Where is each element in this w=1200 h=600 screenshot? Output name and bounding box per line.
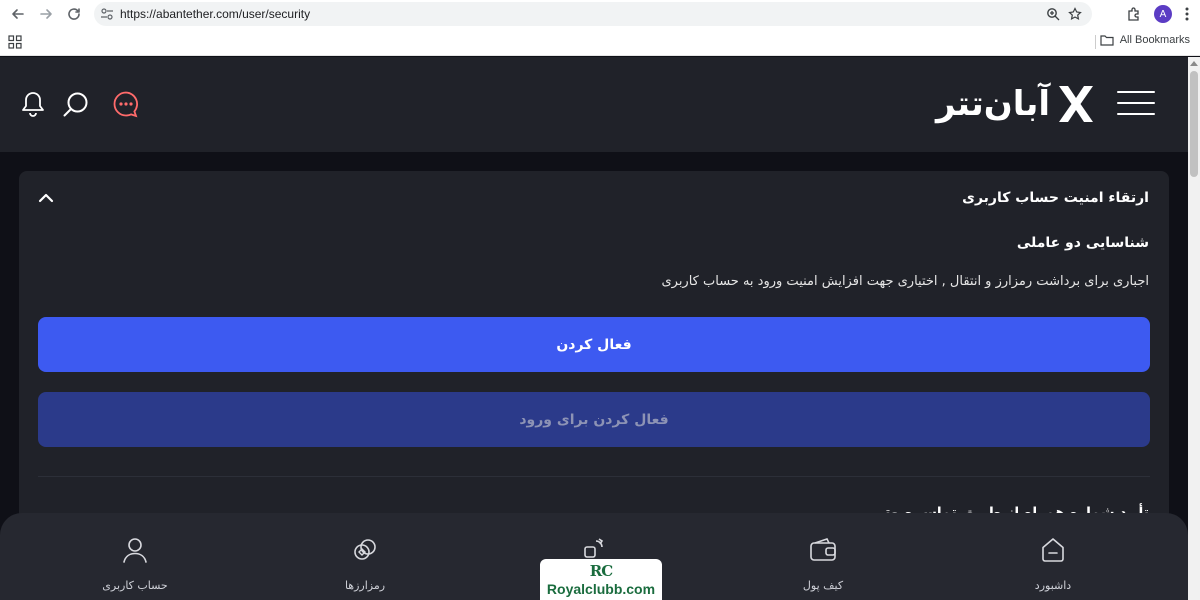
nav-label-coins: رمزارزها <box>344 579 386 592</box>
nav-label-account: حساب کاربری <box>102 579 168 592</box>
nav-item-account[interactable]: حساب کاربری <box>85 535 185 592</box>
apps-grid-icon[interactable] <box>8 35 22 49</box>
bookmarks-bar: All Bookmarks <box>0 28 1200 56</box>
all-bookmarks-label: All Bookmarks <box>1119 34 1190 46</box>
coins-icon <box>354 539 376 560</box>
forward-button[interactable] <box>32 0 60 28</box>
search-icon[interactable] <box>62 90 90 118</box>
scroll-up-arrow-icon[interactable] <box>1190 61 1198 66</box>
arrow-right-icon <box>40 9 52 19</box>
bell-icon[interactable] <box>19 90 47 118</box>
watermark-text: Royalclubb.com <box>546 581 656 597</box>
site-info-icon[interactable] <box>94 7 120 21</box>
activate-button[interactable]: فعال کردن <box>38 317 1150 372</box>
bookmarks-separator <box>1095 35 1096 49</box>
nav-label-dashboard: داشبورد <box>1034 579 1072 592</box>
reload-icon <box>68 8 80 20</box>
card-title: ارتقاء امنیت حساب کاربری <box>962 190 1149 206</box>
folder-icon <box>1100 35 1114 46</box>
logo-text[interactable]: آبان‌تتر <box>930 82 1050 126</box>
activate-for-login-button[interactable]: فعال کردن برای ورود <box>38 392 1150 447</box>
browser-toolbar: https://abantether.com/user/security A <box>0 0 1200 28</box>
all-bookmarks-button[interactable]: All Bookmarks <box>1100 34 1190 46</box>
nav-item-coins[interactable]: رمزارزها <box>315 535 415 592</box>
nav-item-wallet[interactable]: کیف پول <box>773 535 873 592</box>
more-menu-icon[interactable] <box>1184 6 1190 22</box>
profile-avatar[interactable]: A <box>1154 5 1172 23</box>
back-button[interactable] <box>4 0 32 28</box>
menu-button[interactable] <box>1117 91 1155 117</box>
nav-item-dashboard[interactable]: داشبورد <box>1003 535 1103 592</box>
chat-icon[interactable] <box>112 90 140 118</box>
wallet-icon <box>810 538 836 561</box>
watermark: RC Royalclubb.com <box>540 559 662 600</box>
reload-button[interactable] <box>60 0 88 28</box>
nav-label-wallet: کیف پول <box>802 579 844 592</box>
zoom-icon[interactable] <box>1046 7 1060 21</box>
user-icon <box>123 538 147 563</box>
address-bar[interactable]: https://abantether.com/user/security <box>94 2 1092 26</box>
extensions-icon[interactable] <box>1126 6 1142 22</box>
watermark-logo: RC <box>589 562 613 580</box>
url-text[interactable]: https://abantether.com/user/security <box>120 7 1046 21</box>
page-scrollbar[interactable] <box>1188 57 1200 600</box>
home-icon <box>1042 538 1064 562</box>
logo-x-icon[interactable] <box>1057 84 1095 124</box>
two-factor-title: شناسایی دو عاملی <box>1016 235 1149 251</box>
arrow-left-icon <box>12 9 24 19</box>
scroll-thumb[interactable] <box>1190 71 1198 177</box>
two-factor-description: اجباری برای برداشت رمزارز و انتقال , اخت… <box>661 274 1149 289</box>
chevron-up-icon[interactable] <box>37 191 55 205</box>
divider <box>38 476 1150 477</box>
star-icon[interactable] <box>1068 7 1082 21</box>
